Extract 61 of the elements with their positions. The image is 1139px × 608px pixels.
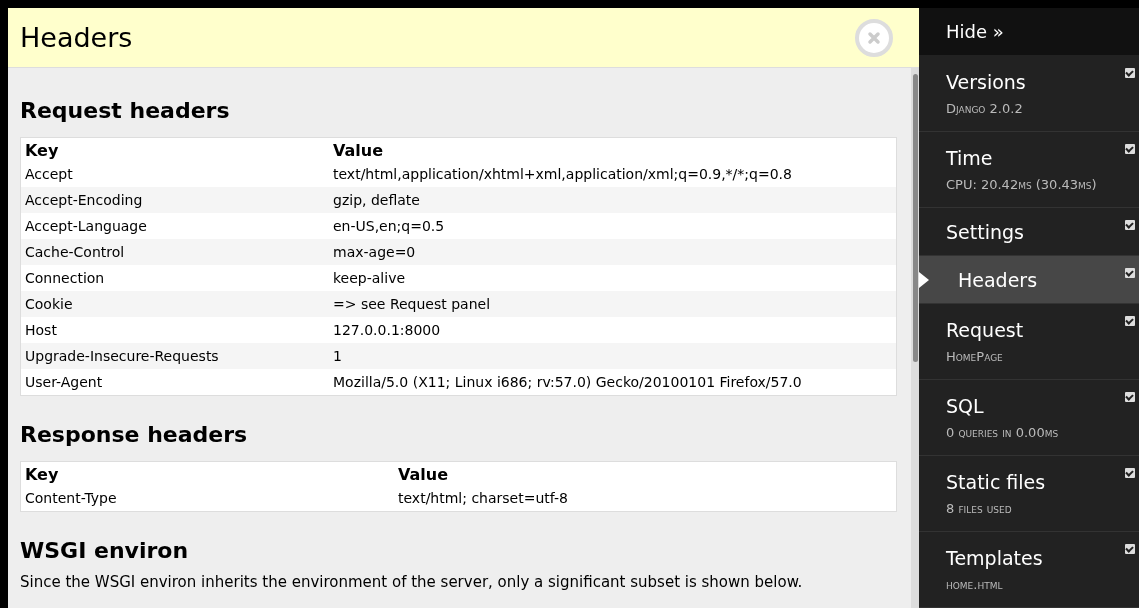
panel-name: Versions — [946, 71, 1026, 93]
panel-name: Headers — [958, 268, 1038, 291]
hide-toolbar-link[interactable]: Hide » — [919, 8, 1139, 56]
panel-name: Settings — [946, 220, 1024, 243]
selected-arrow-icon — [919, 271, 929, 288]
table-cell: => see Request panel — [329, 291, 897, 317]
table-cell: Upgrade-Insecure-Requests — [20, 343, 329, 369]
table-cell: keep-alive — [329, 265, 897, 291]
panel-summary: 0 queries in 0.00ms — [946, 425, 1059, 440]
panel-checkbox[interactable] — [1125, 392, 1135, 402]
panel-summary: home.html — [946, 577, 1003, 592]
panel-summary: CPU: 20.42ms (30.43ms) — [946, 177, 1097, 192]
table-cell: max-age=0 — [329, 239, 897, 265]
table-cell: text/html; charset=utf-8 — [394, 485, 897, 512]
table-cell: Host — [20, 317, 329, 343]
table-cell: Mozilla/5.0 (X11; Linux i686; rv:57.0) Gecko/20100101 Firefox/57.0 — [329, 369, 897, 396]
close-icon — [867, 30, 881, 45]
table-cell: User-Agent — [20, 369, 329, 396]
table-cell: Cookie — [20, 291, 329, 317]
panel-menu-item[interactable]: SQL 0 queries in 0.00ms — [919, 380, 1139, 456]
panel-checkbox[interactable] — [1125, 144, 1135, 154]
description-text: Since the WSGI environ inherits the environment of the server, only a significant subset is shown below. — [20, 573, 804, 591]
column-header: Value — [329, 137, 897, 161]
table-cell: Connection — [20, 265, 329, 291]
panel-checkbox[interactable] — [1125, 220, 1135, 230]
panel-checkbox[interactable] — [1125, 68, 1135, 78]
panel-name: SQL — [946, 395, 984, 417]
section-heading: WSGI environ — [20, 538, 190, 563]
panel-menu-item[interactable]: Time CPU: 20.42ms (30.43ms) — [919, 132, 1139, 208]
table-cell: en-US,en;q=0.5 — [329, 213, 897, 239]
table-cell: gzip, deflate — [329, 187, 897, 213]
panel-title: Headers — [20, 22, 133, 53]
panel-name: Request — [946, 319, 1024, 341]
section-heading: Response headers — [20, 422, 249, 447]
panel-menu-item[interactable]: Templates home.html — [919, 532, 1139, 608]
panel-menu-item[interactable]: Request HomePage — [919, 304, 1139, 380]
column-header: Value — [394, 461, 897, 485]
panel-summary: Django 2.0.2 — [946, 101, 1023, 116]
panel-summary: HomePage — [946, 349, 1003, 364]
panel-checkbox[interactable] — [1125, 316, 1135, 326]
panel-name: Static files — [946, 471, 1046, 493]
panel-checkbox[interactable] — [1125, 468, 1135, 478]
panel-checkbox[interactable] — [1125, 268, 1135, 278]
table-cell: text/html,application/xhtml+xml,application/xml;q=0.9,*/*;q=0.8 — [329, 161, 897, 187]
column-header: Key — [20, 137, 329, 161]
section-heading: Request headers — [20, 98, 231, 123]
table-cell: Accept-Encoding — [20, 187, 329, 213]
panel-menu-item[interactable]: Versions Django 2.0.2 — [919, 56, 1139, 132]
column-header: Key — [20, 461, 394, 485]
panel-summary: 8 files used — [946, 501, 1012, 516]
table-cell: Content-Type — [20, 485, 394, 512]
panel-name: Templates — [946, 547, 1043, 569]
panel-checkbox[interactable] — [1125, 544, 1135, 554]
table-cell: Accept-Language — [20, 213, 329, 239]
panel-name: Time — [946, 147, 993, 169]
panel-menu-item[interactable]: Static files 8 files used — [919, 456, 1139, 532]
table-cell: 127.0.0.1:8000 — [329, 317, 897, 343]
table-cell: 1 — [329, 343, 897, 369]
table-cell: Cache-Control — [20, 239, 329, 265]
table-cell: Accept — [20, 161, 329, 187]
panel-menu-item[interactable]: Headers — [919, 256, 1139, 304]
